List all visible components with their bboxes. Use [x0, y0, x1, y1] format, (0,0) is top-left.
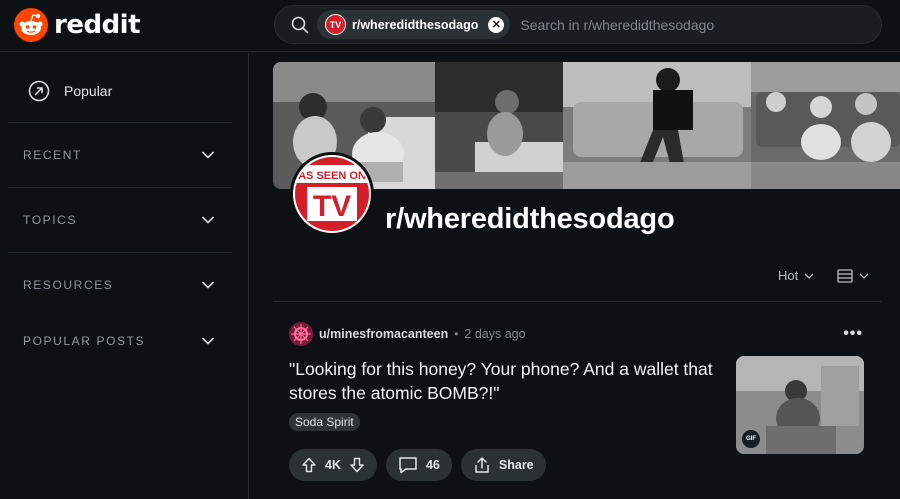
- close-icon[interactable]: ✕: [488, 16, 505, 33]
- comment-icon: [399, 457, 417, 474]
- sidebar-section-label: POPULAR POSTS: [23, 334, 146, 348]
- reddit-snoo-icon: [14, 8, 48, 42]
- as-seen-on-tv-logo: AS SEEN ON TV: [295, 157, 369, 231]
- post-meta: u/minesfromacanteen • 2 days ago: [289, 322, 526, 346]
- share-label: Share: [498, 458, 534, 472]
- chevron-down-icon: [202, 216, 214, 224]
- banner-photo-panel: [435, 62, 563, 189]
- feed-divider: [273, 301, 881, 302]
- main-content: AS SEEN ON TV r/wheredidthesodago Hot u/…: [250, 53, 900, 499]
- top-bar: reddit TV r/wheredidthesodago ✕: [0, 0, 900, 52]
- comment-count: 46: [425, 458, 440, 472]
- share-icon: [475, 457, 489, 473]
- banner-photo-panel: [751, 62, 900, 189]
- meta-separator: •: [454, 327, 459, 341]
- community-search-chip[interactable]: TV r/wheredidthesodago ✕: [317, 10, 511, 39]
- chevron-down-icon: [202, 151, 214, 159]
- sort-label: Hot: [778, 268, 799, 283]
- search-bar[interactable]: TV r/wheredidthesodago ✕: [274, 5, 882, 44]
- reddit-wordmark: reddit: [54, 10, 141, 40]
- vote-group: 4K: [289, 449, 377, 481]
- sidebar-divider: [8, 252, 232, 253]
- search-input[interactable]: [520, 16, 841, 33]
- community-title: r/wheredidthesodago: [385, 203, 675, 235]
- community-chip-avatar: TV: [325, 14, 346, 35]
- post-thumbnail[interactable]: GIF: [736, 356, 864, 454]
- upvote-icon[interactable]: [301, 457, 317, 473]
- view-toggle[interactable]: [837, 269, 869, 283]
- downvote-icon[interactable]: [349, 457, 365, 473]
- vote-count: 4K: [325, 458, 341, 472]
- more-options-icon[interactable]: •••: [843, 325, 863, 343]
- post-title[interactable]: "Looking for this honey? Your phone? And…: [289, 357, 719, 405]
- banner-photo-panel: [563, 62, 751, 189]
- avatar[interactable]: [289, 322, 313, 346]
- search-icon: [291, 16, 309, 33]
- post-flair[interactable]: Soda Spirit: [289, 413, 360, 431]
- chevron-down-icon: [202, 281, 214, 289]
- sidebar-divider: [8, 122, 232, 123]
- share-button[interactable]: Share: [460, 449, 546, 481]
- sort-dropdown[interactable]: Hot: [778, 268, 814, 283]
- chevron-down-icon: [804, 273, 814, 279]
- avatar-text-main: TV: [313, 190, 351, 223]
- sidebar-section-topics[interactable]: TOPICS: [8, 200, 232, 240]
- sidebar-section-label: RECENT: [23, 148, 82, 162]
- community-chip-label: r/wheredidthesodago: [352, 17, 479, 32]
- sidebar-section-popular-posts[interactable]: POPULAR POSTS: [8, 321, 232, 361]
- post-author[interactable]: u/minesfromacanteen: [319, 327, 448, 341]
- sidebar-item-popular[interactable]: Popular: [8, 71, 232, 111]
- post-timestamp: 2 days ago: [464, 327, 526, 341]
- comments-button[interactable]: 46: [385, 449, 452, 481]
- sidebar-section-recent[interactable]: RECENT: [8, 135, 232, 175]
- view-card-icon: [837, 269, 853, 283]
- avatar-text-top: AS SEEN ON: [298, 170, 366, 182]
- popular-arrow-icon: [28, 80, 50, 102]
- chevron-down-icon: [859, 273, 869, 279]
- sidebar-section-label: TOPICS: [23, 213, 78, 227]
- sidebar-item-label: Popular: [64, 83, 113, 99]
- left-sidebar: Popular RECENT TOPICS RESOURCES POPULAR …: [0, 53, 249, 499]
- reddit-logo[interactable]: reddit: [14, 8, 141, 42]
- post-actions: 4K 46 Share: [289, 449, 546, 481]
- sidebar-section-label: RESOURCES: [23, 278, 114, 292]
- post-card[interactable]: u/minesfromacanteen • 2 days ago ••• "Lo…: [273, 315, 881, 495]
- sidebar-section-resources[interactable]: RESOURCES: [8, 265, 232, 305]
- chevron-down-icon: [202, 337, 214, 345]
- sidebar-divider: [8, 187, 232, 188]
- gif-badge: GIF: [742, 430, 760, 448]
- community-avatar[interactable]: AS SEEN ON TV: [290, 152, 374, 236]
